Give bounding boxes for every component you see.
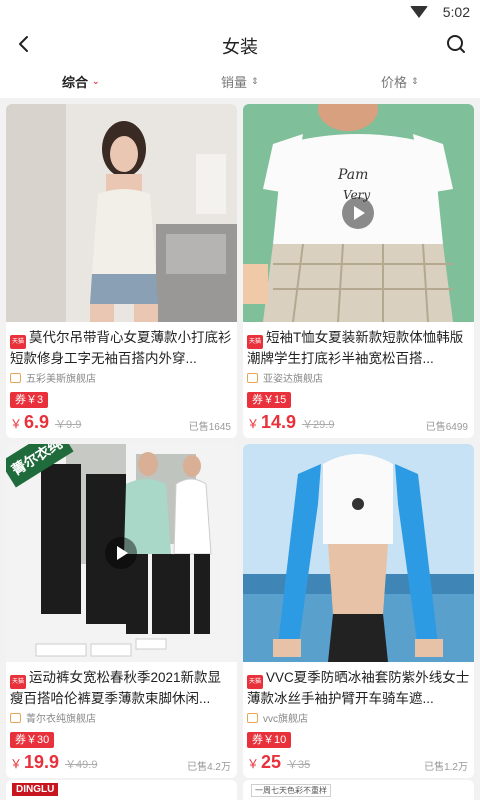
currency-symbol: ￥ — [247, 757, 260, 771]
next-row-peek: DINGLU 一周七天色彩不重样 — [6, 780, 474, 800]
product-title[interactable]: 天猫 短袖T恤女夏装新款短款体恤韩版潮牌学生打底衫半袖宽松百搭... — [247, 328, 470, 368]
product-title[interactable]: 天猫 莫代尔吊带背心女夏薄款小打底衫短款修身工字无袖百搭内外穿... — [10, 328, 233, 368]
product-image[interactable]: 菁尔衣纯 — [6, 444, 237, 662]
shop-name[interactable]: 菁尔衣纯旗舰店 — [10, 710, 96, 725]
shop-name[interactable]: 亚姿达旗舰店 — [247, 370, 323, 385]
currency-symbol: ￥ — [10, 757, 23, 771]
sort-updown-icon: ⇕ — [411, 76, 419, 86]
video-play-icon[interactable] — [105, 537, 137, 569]
price: ￥ 6.9 ￥9.9 — [10, 412, 81, 433]
original-price: ￥49.9 — [65, 759, 98, 771]
shop-name[interactable]: vvc旗舰店 — [247, 710, 308, 725]
sort-tab-label: 综合 — [62, 75, 89, 90]
tmall-badge: 天猫 — [247, 335, 263, 349]
product-card[interactable]: 天猫 莫代尔吊带背心女夏薄款小打底衫短款修身工字无袖百搭内外穿... 五彩美斯旗舰… — [6, 104, 237, 438]
original-price: ￥35 — [287, 759, 311, 771]
shop-label: vvc旗舰店 — [263, 714, 308, 725]
shop-icon — [247, 712, 258, 723]
sort-updown-icon: ⇕ — [251, 76, 259, 86]
original-price: ￥9.9 — [55, 419, 82, 431]
shop-icon — [247, 372, 258, 383]
product-title[interactable]: 天猫 VVC夏季防晒冰袖套防紫外线女士薄款冰丝手袖护臂开车骑车遮... — [247, 668, 470, 708]
currency-symbol: ￥ — [247, 417, 260, 431]
product-card-partial[interactable]: 一周七天色彩不重样 — [243, 780, 474, 800]
currency-symbol: ￥ — [10, 417, 23, 431]
sort-bar: 综合 ⌄ 销量 ⇕ 价格 ⇕ — [0, 64, 480, 98]
price: ￥ 19.9 ￥49.9 — [10, 752, 97, 773]
shop-label: 菁尔衣纯旗舰店 — [26, 714, 96, 725]
price-value: 19.9 — [24, 752, 60, 772]
product-image[interactable] — [243, 444, 474, 662]
brand-logo: DINGLU — [12, 783, 59, 796]
product-card[interactable]: 菁尔衣纯 天猫 运动裤女宽松春秋季2021新款显瘦百搭哈伦裤夏季薄款束脚休闲...… — [6, 444, 237, 778]
tmall-badge: 天猫 — [247, 675, 263, 689]
chevron-down-icon: ⌄ — [92, 76, 100, 86]
coupon-badge[interactable]: 券￥15 — [247, 392, 292, 408]
sold-count: 已售6499 — [425, 422, 468, 433]
shop-label: 五彩美斯旗舰店 — [26, 374, 96, 385]
original-price: ￥29.9 — [302, 419, 335, 431]
price-value: 6.9 — [24, 412, 50, 432]
product-image[interactable] — [6, 104, 237, 322]
video-play-icon[interactable] — [342, 197, 374, 229]
price-value: 14.9 — [261, 412, 297, 432]
coupon-badge[interactable]: 券￥10 — [247, 732, 292, 748]
product-card[interactable]: 天猫 VVC夏季防晒冰袖套防紫外线女士薄款冰丝手袖护臂开车骑车遮... vvc旗舰… — [243, 444, 474, 778]
sort-tab-label: 销量 — [221, 75, 248, 90]
sort-tab-label: 价格 — [381, 75, 408, 90]
product-title-text: 莫代尔吊带背心女夏薄款小打底衫短款修身工字无袖百搭内外穿... — [10, 330, 232, 366]
coupon-badge[interactable]: 券￥30 — [10, 732, 55, 748]
sold-count: 已售4.2万 — [187, 762, 231, 773]
coupon-badge[interactable]: 券￥3 — [10, 392, 49, 408]
sort-tab-price[interactable]: 价格 ⇕ — [381, 72, 419, 91]
product-title-text: 运动裤女宽松春秋季2021新款显瘦百搭哈伦裤夏季薄款束脚休闲... — [10, 670, 222, 706]
tmall-badge: 天猫 — [10, 675, 26, 689]
product-title-text: VVC夏季防晒冰袖套防紫外线女士薄款冰丝手袖护臂开车骑车遮... — [247, 670, 470, 706]
sort-tab-sales[interactable]: 销量 ⇕ — [221, 72, 259, 91]
sold-count: 已售1.2万 — [424, 762, 468, 773]
shop-icon — [10, 712, 21, 723]
product-title-text: 短袖T恤女夏装新款短款体恤韩版潮牌学生打底衫半袖宽松百搭... — [247, 330, 464, 366]
tmall-badge: 天猫 — [10, 335, 26, 349]
wifi-icon — [410, 6, 428, 18]
price-value: 25 — [261, 752, 282, 772]
page-title: 女装 — [222, 37, 258, 57]
status-time: 5:02 — [442, 4, 470, 20]
product-card[interactable]: Pam Very 天猫 短袖T恤女夏装新款短款体恤韩版潮牌学生打底衫半袖宽松百搭.… — [243, 104, 474, 438]
shop-icon — [10, 372, 21, 383]
sort-tab-comprehensive[interactable]: 综合 ⌄ — [62, 72, 100, 91]
top-nav-bar: 女装 — [0, 24, 480, 64]
product-image[interactable]: Pam Very — [243, 104, 474, 322]
shop-name[interactable]: 五彩美斯旗舰店 — [10, 370, 96, 385]
shop-label: 亚姿达旗舰店 — [263, 374, 323, 385]
svg-text:Pam: Pam — [337, 167, 368, 183]
promo-banner: 一周七天色彩不重样 — [251, 784, 331, 797]
price: ￥ 25 ￥35 — [247, 752, 310, 773]
sold-count: 已售1645 — [188, 422, 231, 433]
status-bar: 5:02 — [0, 0, 480, 24]
product-card-partial[interactable]: DINGLU — [6, 780, 237, 800]
price: ￥ 14.9 ￥29.9 — [247, 412, 334, 433]
product-title[interactable]: 天猫 运动裤女宽松春秋季2021新款显瘦百搭哈伦裤夏季薄款束脚休闲... — [10, 668, 233, 708]
search-icon[interactable] — [442, 30, 470, 58]
